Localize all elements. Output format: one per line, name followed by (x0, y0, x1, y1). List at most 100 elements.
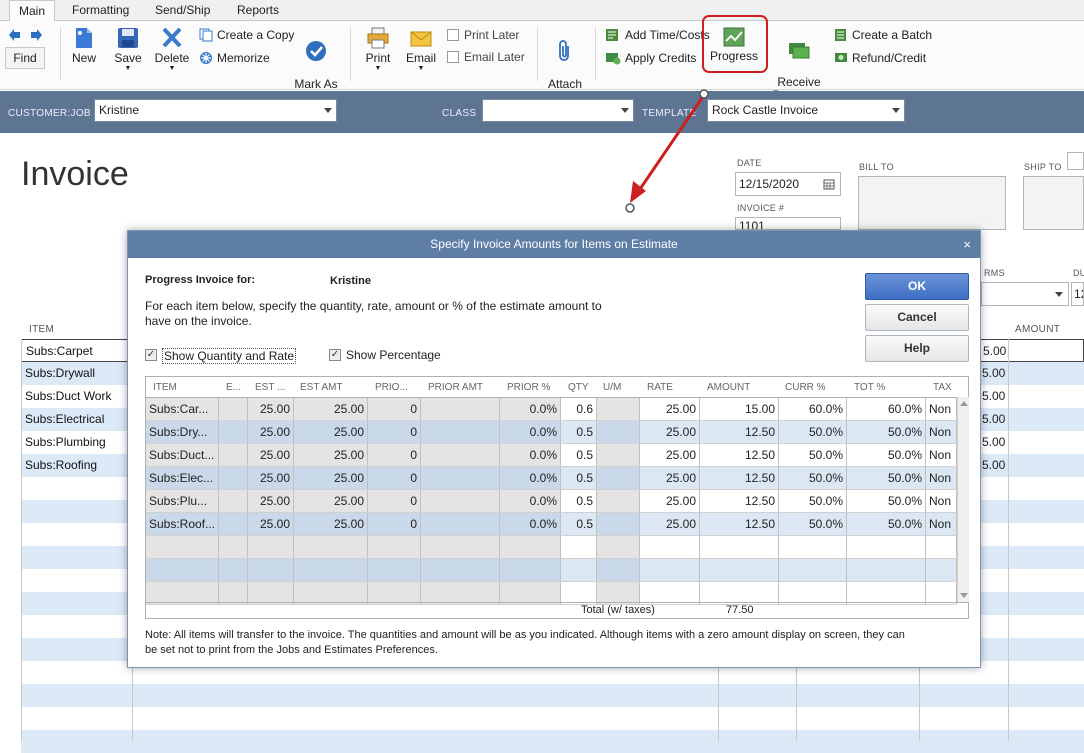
grid-cell-rate[interactable]: 25.00 (640, 421, 700, 443)
new-button[interactable]: New (68, 27, 100, 65)
progress-button[interactable]: Progress (708, 27, 760, 63)
grid-row[interactable]: Subs:Elec... 25.00 25.00 0 0.0% 0.5 25.00 12.50… (146, 467, 957, 490)
grid-cell-tax[interactable] (926, 582, 957, 604)
customer-job-select[interactable]: Kristine (94, 99, 337, 122)
save-dropdown-caret[interactable]: ▼ (111, 65, 145, 73)
due-date-field[interactable]: 12 (1071, 282, 1084, 306)
grid-scrollbar[interactable] (957, 397, 969, 602)
grid-cell-tot-pct[interactable]: 60.0% (847, 398, 926, 420)
grid-row[interactable]: Subs:Car... 25.00 25.00 0 0.0% 0.6 25.00 15.00 6… (146, 398, 957, 421)
grid-cell-curr-pct[interactable]: 60.0% (779, 398, 847, 420)
grid-cell-tot-pct[interactable]: 50.0% (847, 421, 926, 443)
col-header-e[interactable]: E... (226, 382, 241, 393)
grid-cell-amount[interactable]: 12.50 (700, 513, 779, 535)
col-header-um[interactable]: U/M (603, 382, 621, 393)
grid-cell-qty[interactable]: 0.5 (561, 513, 597, 535)
delete-dropdown-caret[interactable]: ▼ (154, 65, 190, 73)
cancel-button[interactable]: Cancel (865, 304, 969, 331)
scroll-up-icon[interactable] (959, 399, 969, 407)
grid-cell-amount[interactable] (700, 536, 779, 558)
grid-cell-rate[interactable]: 25.00 (640, 398, 700, 420)
print-later-box[interactable] (447, 29, 459, 41)
ship-to-select[interactable] (1067, 152, 1084, 170)
template-select[interactable]: Rock Castle Invoice (707, 99, 905, 122)
terms-select[interactable] (981, 282, 1069, 306)
grid-cell-qty[interactable]: 0.6 (561, 398, 597, 420)
col-header-tax[interactable]: TAX (933, 382, 952, 393)
grid-cell-curr-pct[interactable]: 50.0% (779, 490, 847, 512)
grid-cell-tot-pct[interactable] (847, 582, 926, 604)
invoice-number-field[interactable]: 1101 (735, 217, 841, 230)
grid-cell-curr-pct[interactable]: 50.0% (779, 421, 847, 443)
col-header-prior-pct[interactable]: PRIOR % (507, 382, 550, 393)
tab-reports[interactable]: Reports (237, 3, 279, 17)
grid-row[interactable]: Subs:Roof... 25.00 25.00 0 0.0% 0.5 25.00 12.50… (146, 513, 957, 536)
grid-cell-curr-pct[interactable] (779, 536, 847, 558)
grid-cell-rate[interactable]: 25.00 (640, 467, 700, 489)
delete-button[interactable]: Delete ▼ (154, 27, 190, 73)
grid-cell-tax[interactable]: Non (926, 444, 957, 466)
print-button[interactable]: Print ▼ (362, 27, 394, 73)
grid-cell-tot-pct[interactable] (847, 559, 926, 581)
grid-cell-tax[interactable] (926, 536, 957, 558)
email-dropdown-caret[interactable]: ▼ (404, 65, 438, 73)
grid-cell-curr-pct[interactable]: 50.0% (779, 444, 847, 466)
grid-cell-tax[interactable]: Non (926, 490, 957, 512)
help-button[interactable]: Help (865, 335, 969, 362)
date-field[interactable]: 12/15/2020 (735, 172, 841, 196)
col-header-qty[interactable]: QTY (568, 382, 589, 393)
tab-formatting[interactable]: Formatting (72, 3, 129, 17)
create-copy-button[interactable]: Create a Copy (199, 28, 294, 42)
grid-cell-curr-pct[interactable]: 50.0% (779, 467, 847, 489)
tab-send-ship[interactable]: Send/Ship (155, 3, 210, 17)
table-row[interactable] (21, 730, 1084, 753)
grid-cell-rate[interactable]: 25.00 (640, 513, 700, 535)
email-button[interactable]: Email ▼ (404, 27, 438, 73)
grid-cell-tax[interactable]: Non (926, 398, 957, 420)
find-button[interactable]: Find (5, 47, 45, 69)
grid-cell-rate[interactable] (640, 559, 700, 581)
email-later-box[interactable] (447, 51, 459, 63)
col-header-prior-amt[interactable]: PRIOR AMT (428, 382, 483, 393)
grid-cell-qty[interactable]: 0.5 (561, 490, 597, 512)
save-button[interactable]: Save ▼ (111, 27, 145, 73)
grid-cell-rate[interactable] (640, 536, 700, 558)
grid-cell-tax[interactable]: Non (926, 467, 957, 489)
grid-cell-tax[interactable]: Non (926, 421, 957, 443)
grid-cell-qty[interactable] (561, 582, 597, 604)
grid-cell-qty[interactable]: 0.5 (561, 467, 597, 489)
grid-cell-curr-pct[interactable]: 50.0% (779, 513, 847, 535)
ship-to-box[interactable] (1023, 176, 1084, 230)
grid-cell-qty[interactable] (561, 536, 597, 558)
forward-arrow-icon[interactable] (30, 29, 42, 41)
back-arrow-icon[interactable] (9, 29, 21, 41)
grid-cell-amount[interactable] (700, 559, 779, 581)
grid-row[interactable]: Subs:Dry... 25.00 25.00 0 0.0% 0.5 25.00 12.50 5… (146, 421, 957, 444)
grid-row[interactable] (146, 536, 957, 559)
col-header-est-amt[interactable]: EST AMT (300, 382, 343, 393)
grid-cell-curr-pct[interactable] (779, 559, 847, 581)
grid-cell-qty[interactable]: 0.5 (561, 444, 597, 466)
col-header-est-qty[interactable]: EST ... (255, 382, 285, 393)
grid-cell-amount[interactable] (700, 582, 779, 604)
grid-row[interactable]: Subs:Duct... 25.00 25.00 0 0.0% 0.5 25.00 12.50… (146, 444, 957, 467)
col-header-amount[interactable]: AMOUNT (707, 382, 750, 393)
grid-cell-amount[interactable]: 12.50 (700, 421, 779, 443)
grid-cell-tot-pct[interactable] (847, 536, 926, 558)
grid-cell-curr-pct[interactable] (779, 582, 847, 604)
grid-cell-amount[interactable]: 12.50 (700, 467, 779, 489)
grid-cell-tot-pct[interactable]: 50.0% (847, 513, 926, 535)
create-batch-button[interactable]: Create a Batch (834, 28, 932, 42)
grid-cell-amount[interactable]: 12.50 (700, 490, 779, 512)
grid-row[interactable]: Subs:Plu... 25.00 25.00 0 0.0% 0.5 25.00 12.50 5… (146, 490, 957, 513)
grid-cell-qty[interactable]: 0.5 (561, 421, 597, 443)
show-percentage-checkbox[interactable]: ✓ (329, 349, 341, 361)
grid-cell-rate[interactable]: 25.00 (640, 444, 700, 466)
grid-cell-tot-pct[interactable]: 50.0% (847, 467, 926, 489)
grid-cell-tax[interactable] (926, 559, 957, 581)
table-row[interactable] (21, 707, 1084, 730)
col-header-prior-qty[interactable]: PRIO... (375, 382, 408, 393)
grid-cell-rate[interactable]: 25.00 (640, 490, 700, 512)
apply-credits-button[interactable]: Apply Credits (605, 51, 696, 65)
refund-credit-button[interactable]: Refund/Credit (834, 51, 926, 65)
